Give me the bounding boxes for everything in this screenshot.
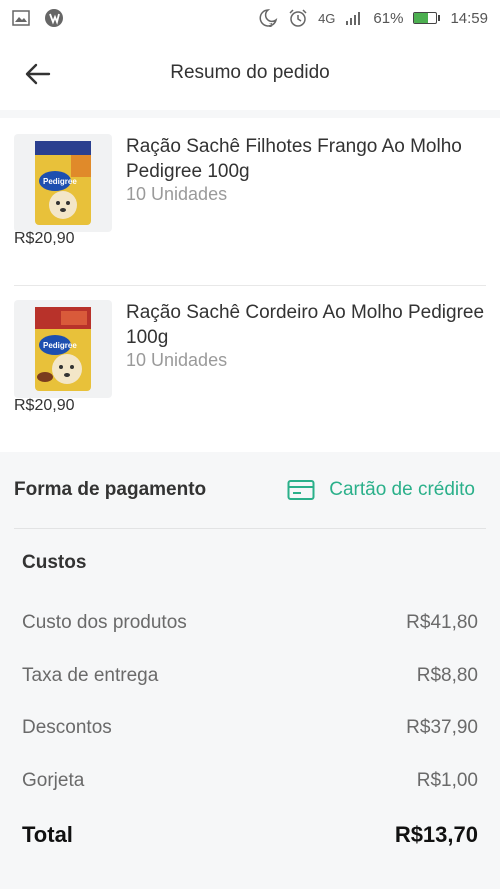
header-divider <box>0 110 500 118</box>
app-logo-icon <box>44 8 64 28</box>
product-name: Ração Sachê Cordeiro Ao Molho Pedigree 1… <box>126 302 485 348</box>
product-quantity: 10 Unidades <box>126 350 228 370</box>
payment-divider <box>14 528 486 529</box>
cost-label: Taxa de entrega <box>22 665 159 686</box>
moon-icon: z <box>256 8 278 28</box>
product-divider <box>14 285 486 286</box>
credit-card-icon <box>287 480 315 500</box>
payment-method-label: Cartão de crédito <box>329 479 475 500</box>
payment-row: Forma de pagamento Cartão de crédito <box>0 452 500 528</box>
svg-text:z: z <box>269 22 273 28</box>
cost-row-tip: Gorjeta R$1,00 <box>22 770 478 792</box>
alarm-icon <box>288 8 308 28</box>
product-price: R$20,90 <box>14 397 75 414</box>
clock: 14:59 <box>450 9 488 27</box>
signal-icon <box>345 11 363 25</box>
svg-text:Pedigree: Pedigree <box>43 177 77 186</box>
status-bar: z 4G 61% 14:59 <box>0 0 500 36</box>
cost-label: Descontos <box>22 717 112 738</box>
cost-value: R$1,00 <box>416 770 478 791</box>
back-button[interactable] <box>22 58 54 90</box>
product-item: Pedigree Ração Sachê Cordeiro Ao Molho P… <box>14 300 486 398</box>
payment-label: Forma de pagamento <box>14 479 207 500</box>
image-icon <box>12 10 30 26</box>
svg-text:Pedigree: Pedigree <box>43 341 77 350</box>
battery-percent: 61% <box>373 9 404 27</box>
product-price: R$20,90 <box>14 230 75 247</box>
cost-label: Custo dos produtos <box>22 612 187 633</box>
product-image: Pedigree <box>14 300 112 398</box>
product-item: Pedigree Ração Sachê Filhotes Frango Ao … <box>14 134 486 232</box>
product-quantity: 10 Unidades <box>126 184 228 204</box>
cost-label: Gorjeta <box>22 770 85 791</box>
cost-row-products: Custo dos produtos R$41,80 <box>22 612 478 634</box>
cost-value: R$37,90 <box>406 717 478 738</box>
product-image: Pedigree <box>14 134 112 232</box>
payment-method-button[interactable]: Cartão de crédito <box>287 479 475 501</box>
arrow-left-icon <box>25 63 51 85</box>
cost-value: R$8,80 <box>416 665 478 686</box>
battery-icon <box>413 12 441 24</box>
total-value: R$13,70 <box>394 822 478 847</box>
cost-row-delivery: Taxa de entrega R$8,80 <box>22 665 478 687</box>
network-type: 4G <box>318 10 336 26</box>
cost-row-discounts: Descontos R$37,90 <box>22 717 478 739</box>
app-header: Resumo do pedido <box>0 36 500 110</box>
cost-value: R$41,80 <box>406 612 478 633</box>
page-title: Resumo do pedido <box>170 62 330 83</box>
costs-title: Custos <box>22 552 87 573</box>
total-label: Total <box>22 822 73 847</box>
total-row: Total R$13,70 <box>22 822 478 848</box>
product-name: Ração Sachê Filhotes Frango Ao Molho Ped… <box>126 136 462 182</box>
